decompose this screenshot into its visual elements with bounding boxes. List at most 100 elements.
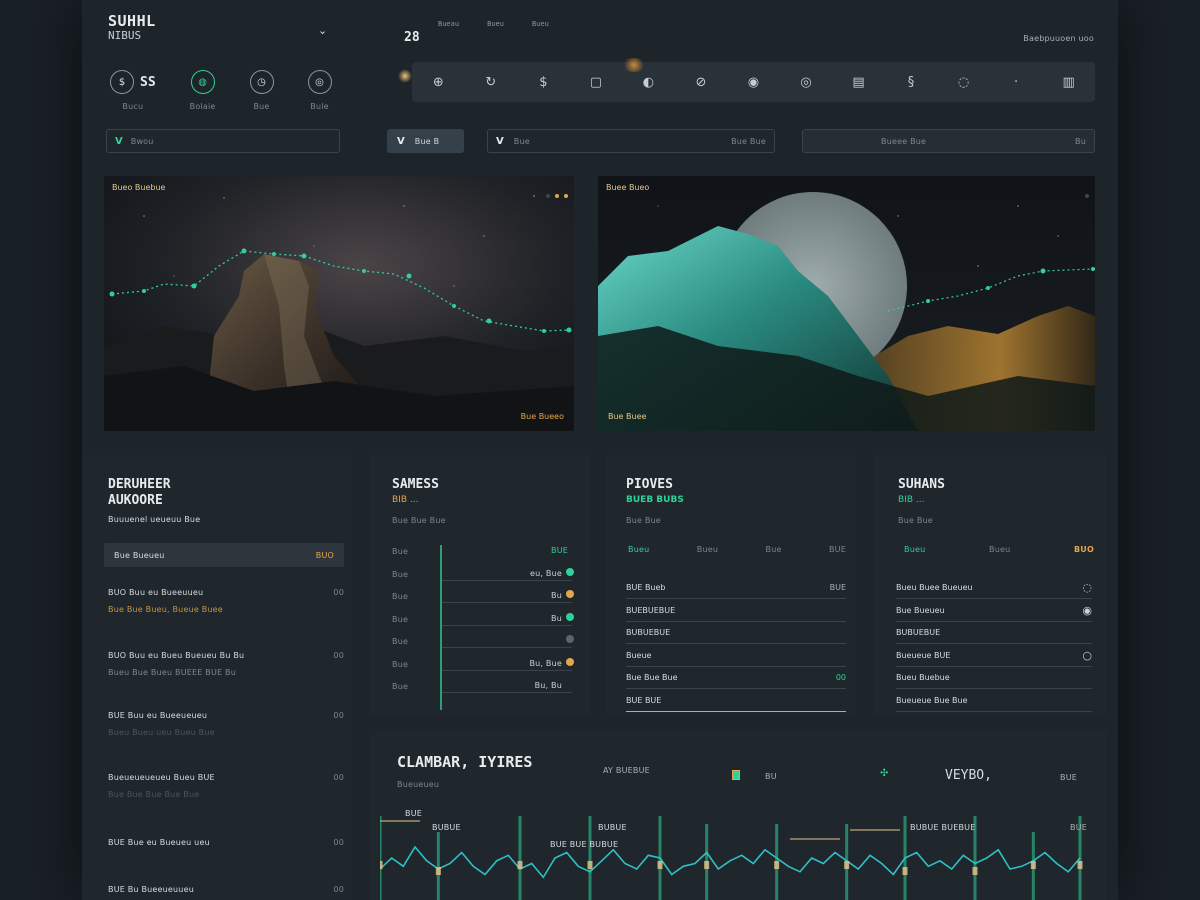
table-row[interactable]: Bueueue BUE ○ <box>896 645 1092 667</box>
chevron-icon: V <box>115 135 123 147</box>
timeline-label-4: VEYBO, <box>945 768 992 783</box>
sales-row-label: Bu, Bue <box>529 658 562 668</box>
table-row[interactable]: Bue Bue Bue 00 <box>626 667 846 689</box>
chart-label: BUBUE BUEBUE <box>910 823 976 832</box>
globe-icon[interactable]: ⊕ <box>428 75 448 90</box>
sales-card: SAMESS BIB ... Bue Bue Bue BUE Bue Bue eu,… <box>370 455 590 715</box>
brand-title: SUHHL <box>108 12 156 30</box>
table-row[interactable]: Bueu Buee Bueueu ◌ <box>896 577 1092 599</box>
table-row[interactable]: BUE BUE <box>626 690 846 712</box>
suhans-caption: Bue Bue <box>898 516 933 525</box>
record-icon[interactable]: ◉ <box>1082 604 1092 617</box>
dot-icon[interactable]: · <box>1006 75 1026 90</box>
list-item[interactable]: BUE Bu Bueeueuueu 00 <box>108 885 344 894</box>
table-row[interactable]: BUEBUEBUE <box>626 600 846 622</box>
dollar-icon: $ <box>110 70 134 94</box>
header-link[interactable]: Baebpuuoen uoo <box>1023 34 1094 43</box>
timeline-marker <box>587 861 593 869</box>
quick-item-4[interactable]: ◎ Bule <box>307 70 332 111</box>
table-cell-value: 00 <box>835 673 846 682</box>
calendar-icon[interactable] <box>732 770 740 780</box>
pioves-headers: Bueu Bueu Bue BUE <box>628 545 846 554</box>
mountain-landscape-image <box>104 176 574 431</box>
quick-item-2[interactable]: ◍ Bolaie <box>190 70 216 111</box>
chevron-down-icon[interactable]: ⌄ <box>318 24 327 37</box>
chat-icon[interactable]: ◌ <box>1082 581 1092 594</box>
document-icon[interactable]: ▤ <box>849 75 869 90</box>
list-item[interactable]: BUO Buu eu Bueu Bueueu Bu Bu 00 Bueu Bue … <box>108 651 344 677</box>
status-dot <box>566 657 574 666</box>
landscape-panel-right[interactable]: Buee Bueo Bue Buee <box>598 176 1095 431</box>
timeline-marker <box>380 861 383 869</box>
suhans-subtitle: BIB ... <box>898 495 925 505</box>
table-row[interactable]: Bueueue Bue Bue <box>896 690 1092 712</box>
audience-subtitle: Buuuenel ueueuu Bue <box>108 515 201 524</box>
table-row[interactable]: BUBUEBUE <box>896 622 1092 644</box>
suhans-card: SUHANS BIB ... Bue Bue Bueu Bueu BUO Bue… <box>874 455 1106 715</box>
timeline-chart[interactable] <box>380 806 1096 900</box>
header-tab-2[interactable]: Bueu <box>487 20 504 29</box>
timeline-marker <box>972 867 978 875</box>
filter-dropdown[interactable]: Bueee Bue Bu <box>802 129 1095 153</box>
dollar-icon[interactable]: $ <box>533 75 553 90</box>
header-tab-3[interactable]: Bueu <box>532 20 549 29</box>
quick-item-3[interactable]: ◷ Bue <box>249 70 274 111</box>
list-item[interactable]: BUE Buu eu Bueeueueu 00 Bueu Bueu ueu Bue… <box>108 711 344 737</box>
pioves-caption: Bue Bue <box>626 516 661 525</box>
table-row[interactable]: Bueue <box>626 645 846 667</box>
timeline-label-5: BUE <box>1060 773 1077 782</box>
file-icon[interactable]: ▥ <box>1059 75 1079 90</box>
table-cell-label: Bueue <box>626 650 652 660</box>
pioves-title: PIOVES <box>626 477 673 492</box>
glacier-landscape-image <box>598 176 1095 431</box>
sidebar-select[interactable]: V Bwou <box>106 129 340 153</box>
timeline-marker <box>774 861 780 869</box>
list-item[interactable]: BUO Buu eu Bueeuueu 00 Bue Bue Bueu, Bueu… <box>108 588 344 614</box>
link-icon[interactable]: ⊘ <box>691 75 711 90</box>
panel-dots <box>1080 183 1089 202</box>
sparkle-icon[interactable]: ✣ <box>880 768 888 779</box>
chart-label: BUE <box>1070 823 1087 832</box>
timeline-bar <box>658 816 662 900</box>
table-row[interactable]: Bueu Buebue <box>896 667 1092 689</box>
table-cell-label: BUBUEBUE <box>896 628 941 637</box>
landscape-panel-left[interactable]: Bueo Buebue Bue Bueeo <box>104 176 574 431</box>
list-item[interactable]: BUE Bue eu Bueueu ueu 00 <box>108 838 344 847</box>
audience-title: DERUHEER AUKOORE <box>108 477 171 508</box>
circle-icon[interactable]: ○ <box>1082 649 1092 662</box>
chart-label: BUBUE <box>432 823 461 832</box>
quick-item-1[interactable]: $ SS Bucu <box>110 70 156 111</box>
sales-value: BIB ... <box>392 495 419 505</box>
table-cell-label: BUEBUEBUE <box>626 605 676 615</box>
audience-highlight-row[interactable]: Bue Bueueu BUO <box>104 543 344 567</box>
table-row[interactable]: Bue Bueueu ◉ <box>896 600 1092 622</box>
grid-line <box>442 669 572 671</box>
record-icon[interactable]: ◉ <box>743 75 763 90</box>
panel-footer: Bue Bueeo <box>520 412 564 421</box>
axis-label: Bue <box>392 659 409 669</box>
pioves-card: PIOVES BUEB BUBS Bue Bue Bueu Bueu Bue B… <box>606 455 856 715</box>
header-tab-1[interactable]: Bueau <box>438 20 459 29</box>
table-row[interactable]: BUE Bueb BUE <box>626 577 846 599</box>
chat-icon[interactable]: ◌ <box>954 75 974 90</box>
timeline-label-1: AY BUEBUE <box>603 766 650 775</box>
pin-icon[interactable]: § <box>901 75 921 90</box>
chart-label: BUE <box>405 809 422 818</box>
square-icon[interactable]: ▢ <box>586 75 606 90</box>
table-row[interactable]: BUBUEBUE <box>626 622 846 644</box>
header-tabs: Bueau Bueu Bueu <box>438 20 549 29</box>
target-icon[interactable]: ◎ <box>796 75 816 90</box>
timeline-marker <box>704 861 710 869</box>
timeline-card: CLAMBAR, IYIRES Bueueueu AY BUEBUE BU ✣ … <box>370 730 1106 900</box>
list-item[interactable]: Bueueueueueu Bueu BUE 00 Bue Bue Bue Bue … <box>108 773 344 799</box>
compass-icon[interactable]: ◐ <box>638 75 658 90</box>
filter-search[interactable]: V Bue Bue Bue <box>487 129 775 153</box>
panel-footer: Bue Buee <box>608 412 647 421</box>
grid-line <box>442 647 572 648</box>
filter-button[interactable]: V Bue B <box>387 129 464 153</box>
suhans-headers: Bueu Bueu BUO <box>904 545 1094 554</box>
refresh-icon[interactable]: ↻ <box>481 75 501 90</box>
timeline-bar <box>380 816 382 900</box>
audience-card: DERUHEER AUKOORE Buuuenel ueueuu Bue Bue… <box>82 455 352 900</box>
chart-label: BUBUE <box>598 823 627 832</box>
